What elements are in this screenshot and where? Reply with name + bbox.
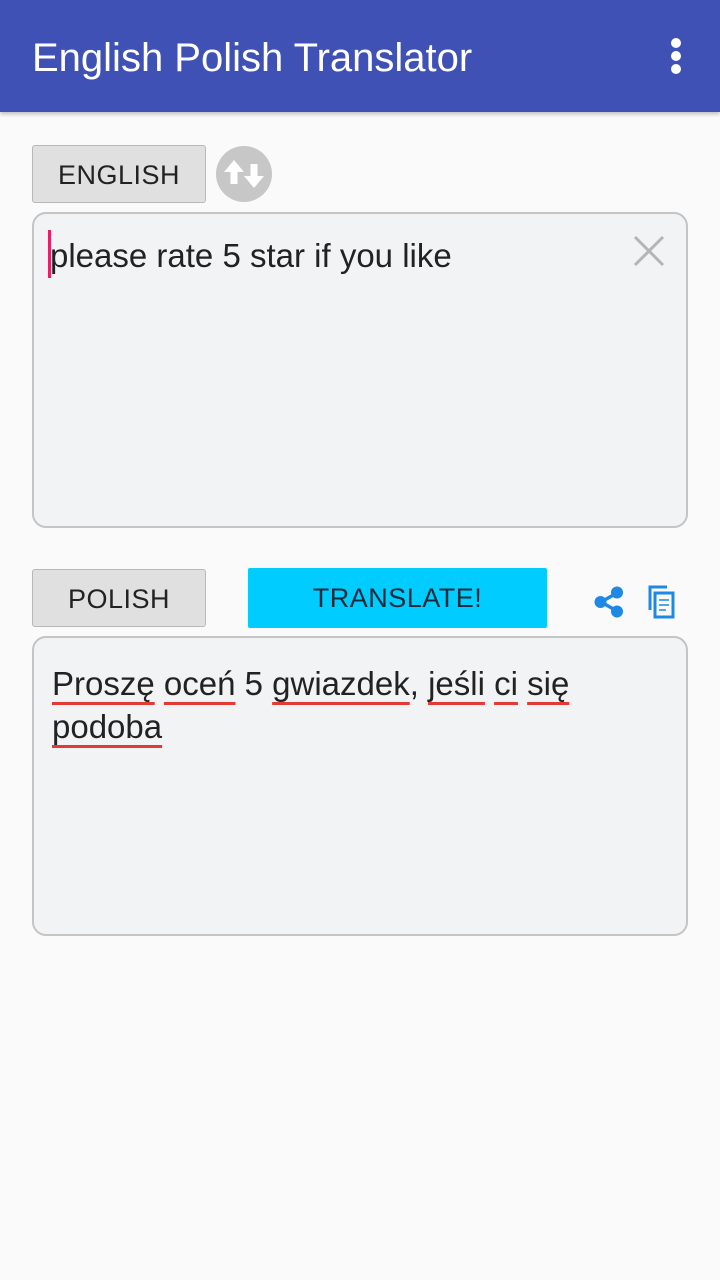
output-word: ci [494, 665, 518, 702]
output-word: Proszę [52, 665, 155, 702]
swap-languages-button[interactable] [216, 146, 272, 202]
source-text-input[interactable]: please rate 5 star if you like [32, 212, 688, 528]
source-text-value: please rate 5 star if you like [50, 237, 452, 274]
output-word: jeśli [428, 665, 485, 702]
output-word: podoba [52, 708, 163, 745]
app-bar: English Polish Translator [0, 0, 720, 112]
output-punctuation: , [409, 665, 419, 702]
output-word: gwiazdek [272, 665, 410, 702]
translate-button[interactable]: TRANSLATE! [248, 568, 547, 628]
copy-icon[interactable] [646, 584, 676, 620]
translation-output[interactable]: Proszę oceń 5 gwiazdek, jeśli ci się pod… [32, 636, 688, 936]
source-language-button[interactable]: ENGLISH [32, 145, 206, 203]
close-icon[interactable] [630, 232, 668, 270]
more-vert-icon[interactable] [656, 32, 696, 80]
swap-arrows-icon [224, 160, 264, 188]
share-icon[interactable] [592, 585, 626, 619]
app-title: English Polish Translator [32, 36, 473, 80]
output-word: 5 [244, 665, 263, 702]
target-language-button[interactable]: POLISH [32, 569, 206, 627]
output-word: się [527, 665, 570, 702]
output-word: oceń [163, 665, 236, 702]
translation-text: Proszę oceń 5 gwiazdek, jeśli ci się pod… [52, 662, 652, 748]
